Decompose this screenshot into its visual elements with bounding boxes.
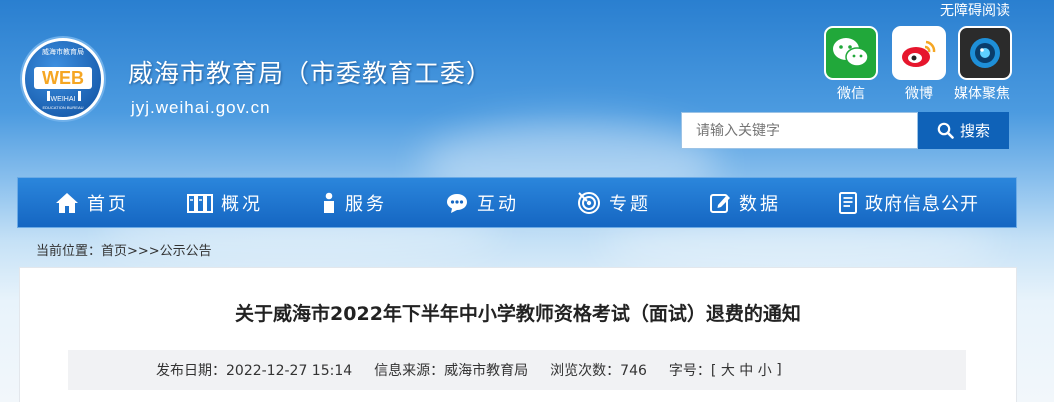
article-meta-bar: 发布日期：2022-12-27 15:14 信息来源：威海市教育局 浏览次数：7…	[68, 350, 966, 390]
nav-label: 互动	[477, 193, 519, 215]
nav-item-topics[interactable]: 专题	[577, 190, 651, 216]
font-size-large-button[interactable]: 大	[721, 360, 735, 380]
font-size-close-bracket: ]	[776, 362, 782, 378]
search-icon	[937, 122, 954, 139]
nav-item-overview[interactable]: 概况	[187, 190, 263, 216]
font-size-small-button[interactable]: 小	[758, 360, 772, 380]
font-size-label: 字号：[	[668, 363, 717, 379]
nav-label: 专题	[609, 193, 651, 215]
nav-item-data[interactable]: 数据	[709, 190, 781, 216]
nav-label: 数据	[739, 193, 781, 215]
nav-item-home[interactable]: 首页	[55, 190, 129, 216]
info-source: 信息来源：威海市教育局	[374, 363, 529, 379]
weibo-label: 微博	[905, 86, 933, 102]
breadcrumb: 当前位置：首页>>>公示公告	[36, 244, 212, 259]
site-url: jyj.weihai.gov.cn	[131, 98, 271, 117]
view-count: 浏览次数：746	[550, 363, 647, 379]
target-icon	[578, 191, 600, 214]
accessibility-link[interactable]: 无障碍阅读	[940, 0, 1010, 20]
nav-item-service[interactable]: 服务	[321, 190, 387, 216]
wechat-link[interactable]: 微信	[824, 26, 878, 103]
person-icon	[324, 192, 334, 213]
nav-label: 概况	[221, 193, 263, 215]
article-title: 关于威海市2022年下半年中小学教师资格考试（面试）退费的通知	[235, 303, 801, 325]
logo-web-text: WEB	[34, 67, 92, 89]
logo-ring-bottom-small-text: EDUCATION BUREAU	[42, 105, 84, 110]
wechat-label: 微信	[837, 86, 865, 102]
site-logo[interactable]: 威海市教育局 WEB WEIHAI EDUCATION BUREAU	[22, 38, 104, 120]
home-icon	[56, 192, 78, 213]
search-button[interactable]: 搜索	[918, 112, 1009, 149]
camera-icon	[958, 26, 1012, 80]
weibo-icon	[892, 26, 946, 80]
search-input[interactable]	[681, 112, 918, 149]
logo-ring-bottom-text: WEIHAI	[50, 96, 76, 103]
chat-icon	[447, 193, 467, 213]
building-icon	[187, 193, 213, 213]
wechat-icon	[824, 26, 878, 80]
nav-item-interaction[interactable]: 互动	[445, 190, 519, 216]
publish-date: 发布日期：2022-12-27 15:14	[156, 363, 353, 379]
search-button-label: 搜索	[959, 122, 990, 140]
document-icon	[839, 191, 857, 214]
weibo-link[interactable]: 微博	[892, 26, 946, 103]
main-nav: 首页 概况 服务 互动 专题 数据 政府信息公开	[17, 177, 1017, 228]
nav-label: 服务	[345, 193, 387, 215]
font-size-medium-button[interactable]: 中	[739, 360, 753, 380]
logo-ring-top-text: 威海市教育局	[42, 48, 84, 56]
nav-label: 首页	[87, 193, 129, 215]
site-title: 威海市教育局（市委教育工委）	[128, 59, 493, 88]
media-focus-link[interactable]: 媒体聚焦	[954, 26, 1012, 103]
nav-label: 政府信息公开	[865, 193, 979, 215]
media-focus-label: 媒体聚焦	[954, 86, 1010, 102]
article-panel: 关于威海市2022年下半年中小学教师资格考试（面试）退费的通知 发布日期：202…	[19, 267, 1017, 402]
nav-item-gov-info[interactable]: 政府信息公开	[839, 190, 979, 216]
edit-icon	[710, 193, 730, 213]
